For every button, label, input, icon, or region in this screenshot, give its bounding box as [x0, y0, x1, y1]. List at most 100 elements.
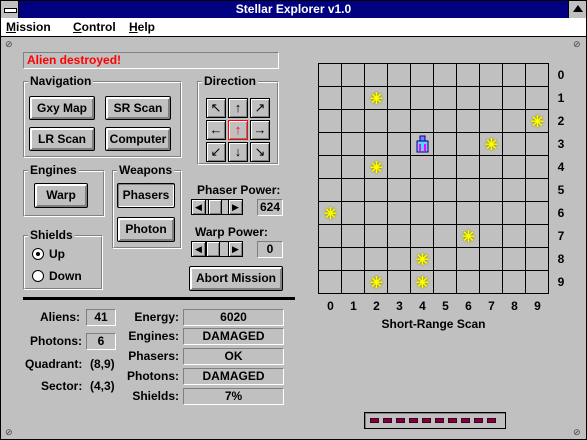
scan-cell[interactable] — [503, 156, 526, 179]
menu-control[interactable]: Control — [73, 20, 116, 34]
scan-cell[interactable] — [480, 248, 503, 271]
scan-cell[interactable] — [388, 87, 411, 110]
scan-cell[interactable] — [342, 248, 365, 271]
scroll-left-icon[interactable]: ◀ — [192, 200, 206, 214]
scan-cell[interactable] — [457, 179, 480, 202]
scan-cell[interactable] — [319, 271, 342, 294]
scan-cell[interactable] — [388, 248, 411, 271]
scan-cell[interactable] — [388, 202, 411, 225]
scan-cell[interactable] — [457, 133, 480, 156]
phaser-power-slider[interactable]: ◀ ▶ — [191, 199, 243, 215]
scan-cell[interactable] — [342, 202, 365, 225]
scan-cell[interactable] — [388, 225, 411, 248]
scan-cell[interactable] — [319, 248, 342, 271]
scan-cell[interactable] — [365, 202, 388, 225]
scan-cell[interactable] — [434, 64, 457, 87]
scan-cell[interactable] — [434, 133, 457, 156]
direction-up-right-button[interactable]: ↗ — [250, 98, 270, 118]
scan-cell[interactable] — [411, 156, 434, 179]
scan-cell[interactable] — [342, 271, 365, 294]
scan-cell[interactable] — [457, 248, 480, 271]
scan-cell[interactable] — [457, 271, 480, 294]
scan-cell[interactable] — [457, 156, 480, 179]
scroll-right-icon[interactable]: ▶ — [228, 200, 242, 214]
short-range-scan-grid[interactable]: ✳ ✳ ✳ ✳ ✳ ✳ ✳ ✳ ✳ — [318, 63, 549, 294]
scan-cell[interactable] — [434, 87, 457, 110]
scan-cell[interactable] — [365, 64, 388, 87]
scan-cell[interactable] — [388, 133, 411, 156]
scan-cell[interactable] — [457, 202, 480, 225]
scan-cell[interactable] — [319, 225, 342, 248]
scan-cell[interactable] — [365, 133, 388, 156]
slider-thumb[interactable] — [206, 242, 220, 256]
direction-right-button[interactable]: → — [250, 120, 270, 140]
scan-cell[interactable] — [526, 64, 549, 87]
computer-button[interactable]: Computer — [105, 127, 171, 151]
scan-cell[interactable] — [319, 87, 342, 110]
warp-button[interactable]: Warp — [34, 183, 88, 208]
scan-cell[interactable] — [388, 156, 411, 179]
scan-cell[interactable] — [434, 248, 457, 271]
scan-cell[interactable] — [457, 87, 480, 110]
scan-cell[interactable] — [457, 64, 480, 87]
scan-cell[interactable] — [480, 64, 503, 87]
scan-cell[interactable] — [411, 64, 434, 87]
scroll-left-icon[interactable]: ◀ — [192, 242, 206, 256]
direction-center-button[interactable]: ↑ — [228, 120, 248, 140]
scan-cell[interactable] — [388, 179, 411, 202]
scan-cell[interactable] — [480, 110, 503, 133]
scan-cell[interactable] — [526, 87, 549, 110]
scan-cell[interactable] — [411, 225, 434, 248]
scan-cell[interactable] — [503, 179, 526, 202]
scan-cell[interactable] — [503, 248, 526, 271]
direction-up-button[interactable]: ↑ — [228, 98, 248, 118]
scan-cell[interactable] — [388, 271, 411, 294]
scan-cell[interactable] — [342, 225, 365, 248]
scan-cell[interactable] — [503, 110, 526, 133]
scan-cell[interactable] — [365, 225, 388, 248]
menu-mission[interactable]: Mission — [6, 20, 51, 34]
scan-cell[interactable] — [503, 64, 526, 87]
scan-cell[interactable] — [319, 156, 342, 179]
scan-cell[interactable] — [503, 87, 526, 110]
direction-down-button[interactable]: ↓ — [228, 142, 248, 162]
scan-cell[interactable] — [434, 202, 457, 225]
scan-cell[interactable] — [434, 179, 457, 202]
scroll-right-icon[interactable]: ▶ — [228, 242, 242, 256]
phasers-button[interactable]: Phasers — [117, 183, 175, 208]
scan-cell[interactable] — [342, 179, 365, 202]
scan-cell[interactable] — [388, 110, 411, 133]
scan-cell[interactable] — [526, 133, 549, 156]
lr-scan-button[interactable]: LR Scan — [29, 127, 95, 151]
scan-cell[interactable] — [342, 133, 365, 156]
scan-cell[interactable] — [503, 271, 526, 294]
scan-cell[interactable] — [388, 64, 411, 87]
scan-cell[interactable] — [503, 225, 526, 248]
scan-cell[interactable] — [342, 64, 365, 87]
maximize-button[interactable] — [568, 1, 586, 18]
scan-cell[interactable] — [503, 202, 526, 225]
scan-cell[interactable] — [480, 179, 503, 202]
scan-cell[interactable] — [365, 248, 388, 271]
shields-up-radio[interactable]: Up — [32, 247, 65, 261]
direction-up-left-button[interactable]: ↖ — [206, 98, 226, 118]
scan-cell[interactable] — [526, 202, 549, 225]
shields-down-radio[interactable]: Down — [32, 269, 82, 283]
scan-cell[interactable] — [319, 133, 342, 156]
scan-cell[interactable] — [503, 133, 526, 156]
scan-cell[interactable] — [342, 110, 365, 133]
scan-cell[interactable] — [526, 156, 549, 179]
scan-cell[interactable] — [526, 225, 549, 248]
scan-cell[interactable] — [411, 179, 434, 202]
scan-cell[interactable] — [319, 110, 342, 133]
scan-cell[interactable] — [342, 87, 365, 110]
scan-cell[interactable] — [342, 156, 365, 179]
scan-cell[interactable] — [480, 271, 503, 294]
direction-left-button[interactable]: ← — [206, 120, 226, 140]
galaxy-map-button[interactable]: Gxy Map — [29, 96, 95, 120]
scan-cell[interactable] — [434, 225, 457, 248]
scan-cell[interactable] — [365, 110, 388, 133]
scan-cell[interactable] — [434, 271, 457, 294]
scan-cell[interactable] — [526, 248, 549, 271]
scan-cell[interactable] — [526, 179, 549, 202]
